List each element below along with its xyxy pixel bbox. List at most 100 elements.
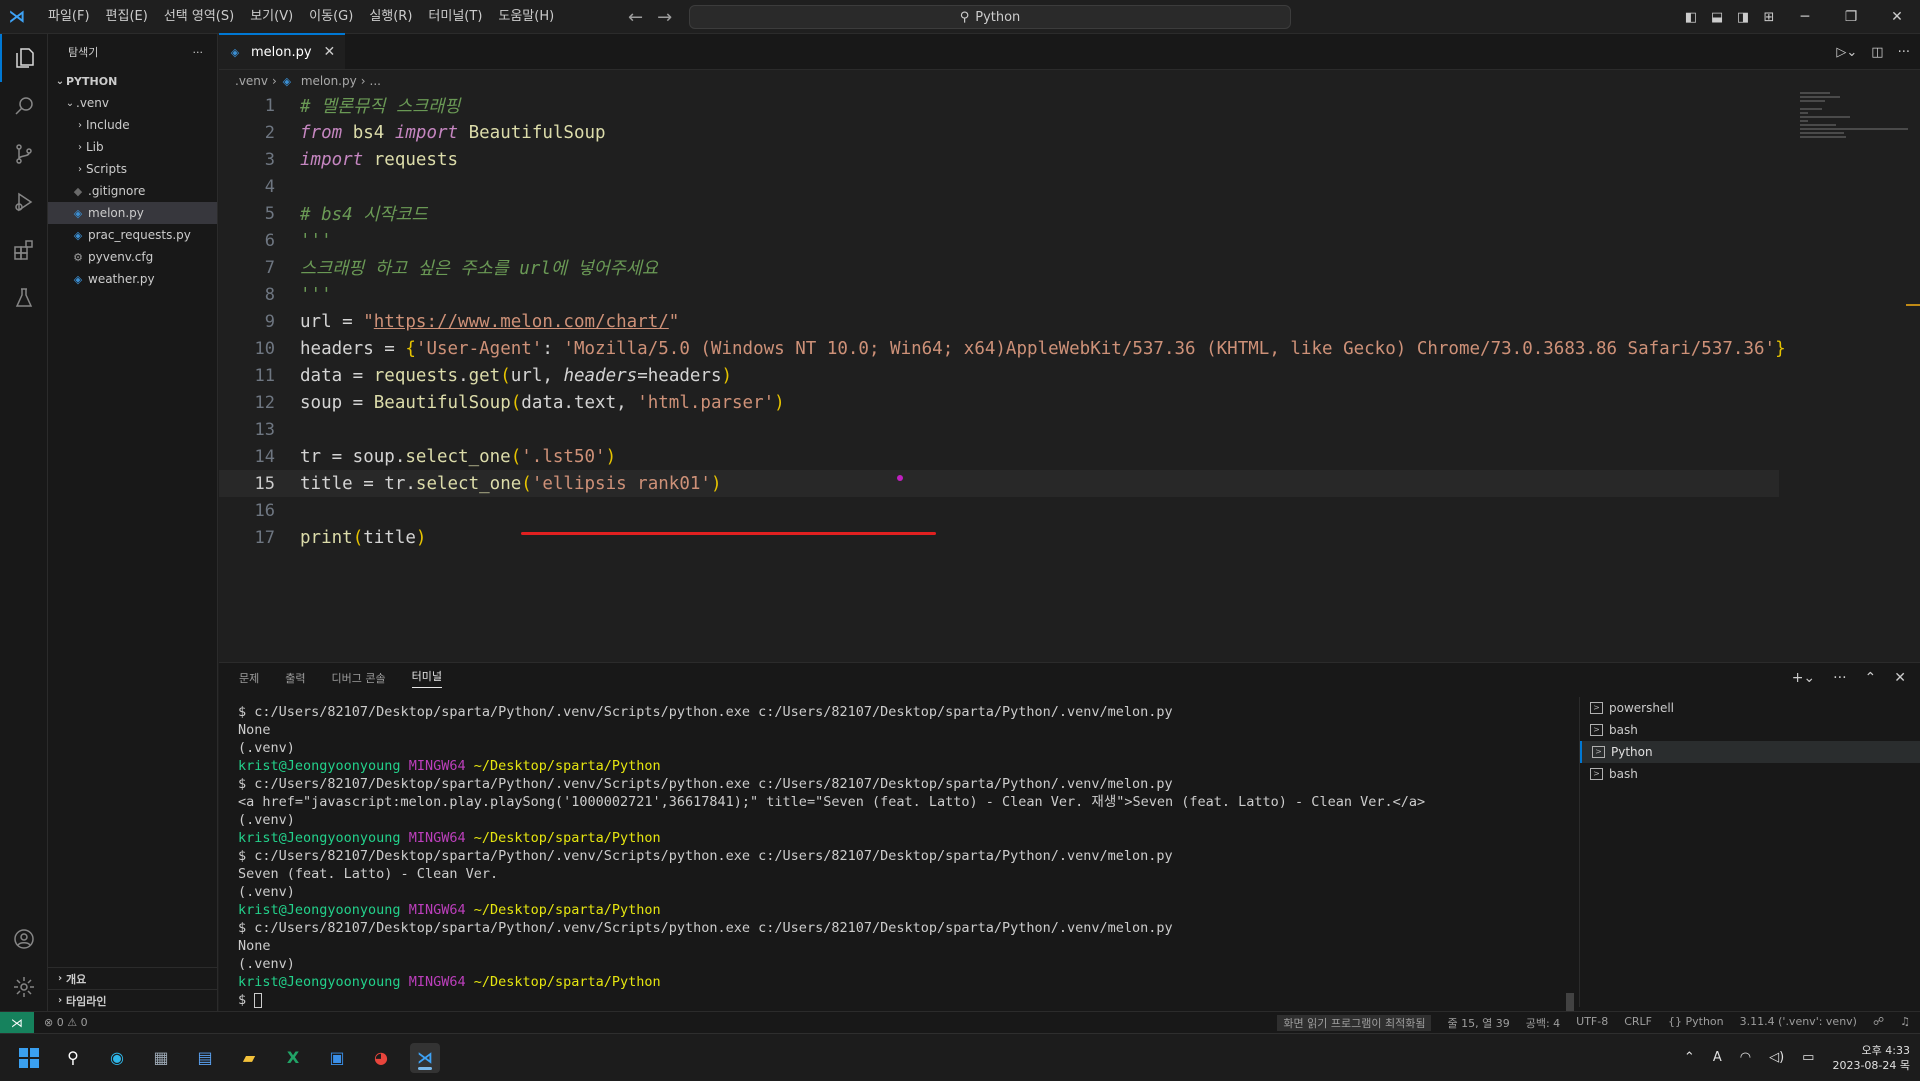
source-control-icon[interactable] xyxy=(0,130,48,178)
tree-file-gitignore[interactable]: ◆ .gitignore xyxy=(48,180,217,202)
tab-terminal[interactable]: 터미널 xyxy=(411,668,442,688)
wifi-icon[interactable]: ◠ xyxy=(1740,1050,1751,1065)
tab-output[interactable]: 출력 xyxy=(285,670,305,686)
toggle-secondary-sidebar-icon[interactable]: ◨ xyxy=(1730,10,1756,25)
terminal-item-python[interactable]: > Python xyxy=(1580,741,1920,763)
menu-view[interactable]: 보기(V) xyxy=(242,0,301,34)
screen-reader-status[interactable]: 화면 읽기 프로그램이 최적화됨 xyxy=(1277,1014,1432,1031)
edge-browser-icon[interactable]: ◉ xyxy=(102,1043,132,1073)
close-panel-icon[interactable]: ✕ xyxy=(1894,670,1906,686)
windows-start-icon[interactable] xyxy=(14,1043,44,1073)
timeline-section[interactable]: › 타임라인 xyxy=(48,989,218,1011)
terminal-item-bash[interactable]: > bash xyxy=(1580,719,1920,741)
code-line: 5 # bs4 시작코드 xyxy=(219,200,1920,227)
code-editor[interactable]: 1 # 멜론뮤직 스크래핑 2 from bs4 import BeautifulS… xyxy=(219,92,1920,662)
terminal-scrollbar[interactable] xyxy=(1566,993,1574,1011)
account-icon[interactable] xyxy=(0,915,48,963)
tree-folder-venv[interactable]: ⌄ .venv xyxy=(48,92,217,114)
more-actions-icon[interactable]: ··· xyxy=(1833,670,1846,686)
breadcrumb-folder[interactable]: .venv xyxy=(235,74,268,88)
split-editor-icon[interactable]: ◫ xyxy=(1871,45,1883,60)
interpreter-status[interactable]: 3.11.4 ('.venv': venv) xyxy=(1740,1015,1857,1031)
term-input-line[interactable]: $ xyxy=(238,991,1588,1009)
forward-arrow-icon[interactable]: → xyxy=(657,7,672,28)
notepad-icon[interactable]: ▤ xyxy=(190,1043,220,1073)
volume-icon[interactable]: ◁) xyxy=(1769,1050,1784,1065)
eol-status[interactable]: CRLF xyxy=(1624,1015,1652,1031)
tree-file-pyvenv[interactable]: ⚙ pyvenv.cfg xyxy=(48,246,217,268)
minimize-icon[interactable]: ─ xyxy=(1782,9,1828,25)
workspace-folder[interactable]: ⌄ PYTHON xyxy=(48,70,217,92)
tab-problems[interactable]: 문제 xyxy=(239,670,259,686)
run-debug-icon[interactable] xyxy=(0,178,48,226)
vscode-taskbar-icon[interactable]: ⋊ xyxy=(410,1042,440,1073)
testing-flask-icon[interactable] xyxy=(0,274,48,322)
remote-icon[interactable]: ⋊ xyxy=(0,1011,34,1034)
more-actions-icon[interactable]: ··· xyxy=(1898,45,1910,60)
tree-folder-lib[interactable]: › Lib xyxy=(48,136,217,158)
tray-overflow-icon[interactable]: ⌃ xyxy=(1684,1050,1695,1065)
token: " xyxy=(668,311,680,332)
terminal-item-powershell[interactable]: > powershell xyxy=(1580,697,1920,719)
chevron-down-icon: ⌄ xyxy=(65,97,75,109)
toggle-panel-icon[interactable]: ⬓ xyxy=(1704,10,1730,25)
command-center-search[interactable]: ⚲ Python xyxy=(689,5,1291,29)
run-python-file-icon[interactable]: ▷⌄ xyxy=(1836,45,1857,60)
menu-edit[interactable]: 편집(E) xyxy=(98,0,156,34)
tree-file-weather[interactable]: ◈ weather.py xyxy=(48,268,217,290)
close-window-icon[interactable]: ✕ xyxy=(1874,9,1920,25)
tab-melon-py[interactable]: ◈ melon.py ✕ xyxy=(219,33,346,69)
token: ( xyxy=(500,365,511,386)
menu-terminal[interactable]: 터미널(T) xyxy=(420,0,490,34)
close-tab-icon[interactable]: ✕ xyxy=(324,44,336,60)
settings-gear-icon[interactable] xyxy=(0,963,48,1011)
language-mode[interactable]: {} Python xyxy=(1668,1015,1724,1031)
tree-file-melon[interactable]: ◈ melon.py xyxy=(48,202,217,224)
file-explorer-icon[interactable]: ▰ xyxy=(234,1043,264,1073)
clock[interactable]: 오후 4:33 2023-08-24 목 xyxy=(1832,1043,1910,1073)
menu-file[interactable]: 파일(F) xyxy=(40,0,98,34)
terminal-item-bash-2[interactable]: > bash xyxy=(1580,763,1920,785)
chrome-icon[interactable]: ◕ xyxy=(366,1043,396,1073)
encoding-status[interactable]: UTF-8 xyxy=(1576,1015,1608,1031)
editor-actions: ▷⌄ ◫ ··· xyxy=(1836,34,1910,70)
customize-layout-icon[interactable]: ⊞ xyxy=(1756,10,1782,25)
store-app-icon[interactable]: ▣ xyxy=(322,1043,352,1073)
tree-file-prac-requests[interactable]: ◈ prac_requests.py xyxy=(48,224,217,246)
new-terminal-icon[interactable]: +⌄ xyxy=(1792,670,1815,686)
excel-icon[interactable]: X xyxy=(278,1043,308,1073)
toggle-sidebar-icon[interactable]: ◧ xyxy=(1678,10,1704,25)
explorer-icon[interactable] xyxy=(0,34,48,82)
cursor-position[interactable]: 줄 15, 열 39 xyxy=(1447,1015,1509,1031)
terminal-output[interactable]: $ c:/Users/82107/Desktop/sparta/Python/.… xyxy=(238,703,1588,1009)
tab-debug-console[interactable]: 디버그 콘솔 xyxy=(332,670,386,686)
restore-icon[interactable]: ❐ xyxy=(1828,9,1874,25)
ime-indicator-icon[interactable]: A xyxy=(1713,1050,1722,1065)
url-link[interactable]: https://www.melon.com/chart/ xyxy=(374,312,669,332)
calculator-icon[interactable]: ▦ xyxy=(146,1043,176,1073)
notifications-bell-icon[interactable]: ♫ xyxy=(1900,1015,1910,1031)
tree-folder-include[interactable]: › Include xyxy=(48,114,217,136)
maximize-panel-icon[interactable]: ⌃ xyxy=(1865,670,1877,686)
extensions-icon[interactable] xyxy=(0,226,48,274)
indentation-status[interactable]: 공백: 4 xyxy=(1526,1015,1560,1031)
search-icon[interactable] xyxy=(0,82,48,130)
menu-go[interactable]: 이동(G) xyxy=(301,0,361,34)
more-actions-icon[interactable]: ··· xyxy=(193,46,204,59)
term-path: ~/Desktop/sparta/Python xyxy=(473,902,661,918)
feedback-icon[interactable]: ☍ xyxy=(1873,1015,1884,1031)
menu-run[interactable]: 실행(R) xyxy=(361,0,420,34)
breadcrumb-file[interactable]: melon.py xyxy=(301,74,357,88)
back-arrow-icon[interactable]: ← xyxy=(628,7,643,28)
outline-section[interactable]: › 개요 xyxy=(48,967,218,989)
code-text: print(title) xyxy=(300,528,426,548)
battery-icon[interactable]: ▭ xyxy=(1802,1050,1814,1065)
minimap[interactable] xyxy=(1800,92,1910,152)
problems-status[interactable]: ⊗ 0 ⚠ 0 xyxy=(44,1016,88,1029)
tree-folder-scripts[interactable]: › Scripts xyxy=(48,158,217,180)
menu-selection[interactable]: 선택 영역(S) xyxy=(156,0,242,34)
tree-label: Include xyxy=(86,118,130,132)
menu-help[interactable]: 도움말(H) xyxy=(490,0,562,34)
search-icon[interactable]: ⚲ xyxy=(58,1043,88,1073)
breadcrumb-symbol[interactable]: ... xyxy=(370,74,381,88)
